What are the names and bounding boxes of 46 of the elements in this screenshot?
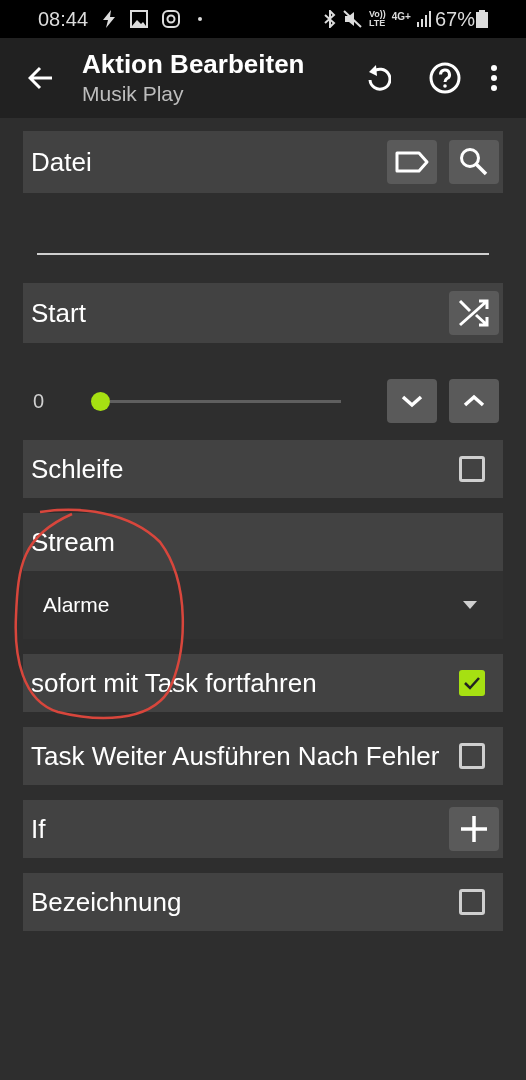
battery-percent: 67% — [434, 7, 475, 32]
add-button[interactable] — [449, 807, 499, 851]
lightning-icon — [102, 10, 117, 28]
help-icon — [429, 62, 461, 94]
chevron-down-icon — [400, 394, 424, 408]
row-label: Start — [31, 298, 87, 328]
checkbox[interactable] — [459, 889, 485, 915]
row-label: Datei — [31, 147, 93, 177]
slider-thumb[interactable] — [91, 391, 110, 411]
dot-icon — [198, 17, 203, 21]
tag-icon-button[interactable] — [387, 140, 437, 184]
bluetooth-icon — [322, 10, 337, 28]
screen-title: Aktion Bearbeiten — [82, 48, 306, 80]
battery-icon — [476, 10, 488, 28]
checkbox[interactable] — [459, 456, 485, 482]
slider-value: 0 — [33, 389, 46, 414]
mute-icon — [342, 10, 363, 28]
increment-button[interactable] — [449, 379, 499, 423]
plus-icon — [460, 815, 488, 843]
row-label: Task Weiter Ausführen Nach Fehler — [31, 741, 441, 771]
image-icon — [130, 10, 149, 28]
checkbox[interactable] — [459, 743, 485, 769]
row-label: Schleife — [31, 454, 125, 484]
shuffle-button[interactable] — [449, 291, 499, 335]
network-label: 4G+ — [391, 10, 411, 24]
search-icon — [458, 146, 490, 178]
signal-icon — [416, 11, 431, 27]
row-label: Bezeichnung — [31, 887, 183, 917]
volte-label: Vo)) — [368, 10, 386, 19]
row-label: Stream — [31, 527, 116, 557]
dropdown-arrow-icon — [463, 601, 477, 609]
screen-subtitle: Musik Play — [82, 81, 185, 107]
tag-icon — [394, 150, 430, 174]
camera-icon — [162, 10, 181, 28]
row-label: If — [31, 814, 47, 844]
status-time: 08:44 — [38, 7, 89, 32]
help-button[interactable] — [428, 61, 462, 95]
search-button[interactable] — [449, 140, 499, 184]
lte-label: LTE — [368, 19, 386, 28]
chevron-up-icon — [462, 394, 486, 408]
checkbox[interactable] — [459, 670, 485, 696]
more-icon — [490, 65, 498, 91]
back-arrow-icon — [28, 66, 54, 90]
decrement-button[interactable] — [387, 379, 437, 423]
shuffle-icon — [457, 298, 491, 328]
check-icon — [463, 676, 481, 690]
